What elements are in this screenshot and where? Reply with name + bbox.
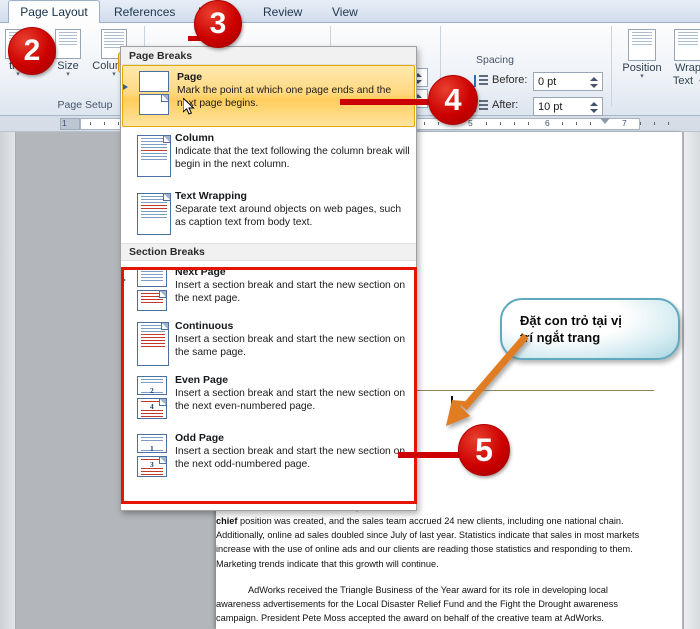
- position-button[interactable]: Position ▾: [616, 29, 668, 80]
- tab-page-layout-label: Page Layout: [20, 5, 87, 19]
- step-badge-3: 3: [194, 0, 242, 48]
- vertical-scrollbar[interactable]: [683, 132, 700, 629]
- ruler-number: 5: [468, 118, 473, 128]
- wrap-text-label: Wrap: [675, 62, 700, 74]
- ruler-number: 1: [62, 118, 67, 128]
- menu-item-text-wrapping[interactable]: Text Wrapping Separate text around objec…: [121, 185, 416, 243]
- menu-item-description: Indicate that the text following the col…: [175, 145, 410, 171]
- menu-item-title: Page: [177, 71, 408, 83]
- menu-item-description: Insert a section break and start the new…: [175, 333, 410, 359]
- tab-references-label: References: [114, 5, 175, 19]
- callout-arrow-icon: [430, 330, 540, 440]
- page-break-icon: [129, 71, 175, 115]
- tab-view-label: View: [332, 5, 358, 19]
- chevron-down-icon: ▾: [112, 72, 116, 78]
- left-gutter: [0, 132, 16, 629]
- next-page-section-break-icon: [127, 266, 173, 310]
- after-label: After:: [492, 99, 518, 111]
- section-breaks-header: Section Breaks: [121, 243, 416, 261]
- callout-text: Đặt con trỏ tại vị trí ngắt trang: [520, 312, 660, 346]
- wrap-text-label2: Text ▾: [673, 75, 700, 87]
- spacing-after-spinner[interactable]: [588, 98, 599, 116]
- tab-references[interactable]: References: [105, 0, 184, 23]
- right-indent-marker[interactable]: [600, 118, 610, 124]
- menu-item-even-page[interactable]: 2 4 Even Page Insert a section break and…: [121, 369, 416, 427]
- menu-item-description: Mark the point at which one page ends an…: [177, 84, 408, 110]
- tab-review[interactable]: Review: [254, 0, 311, 23]
- menu-item-title: Even Page: [175, 374, 410, 386]
- spacing-label: Spacing: [476, 54, 514, 66]
- even-page-section-break-icon: 2 4: [127, 374, 173, 418]
- wrap-text-button[interactable]: Wrap Text ▾: [662, 29, 700, 87]
- wrap-text-icon: [674, 29, 700, 61]
- menu-item-next-page[interactable]: Next Page Insert a section break and sta…: [121, 261, 416, 315]
- chevron-down-icon: ▾: [640, 74, 644, 80]
- menu-item-title: Next Page: [175, 266, 410, 278]
- menu-item-description: Insert a section break and start the new…: [175, 387, 410, 413]
- text-wrapping-break-icon: [127, 190, 173, 234]
- page-breaks-header: Page Breaks: [121, 47, 416, 65]
- menu-item-title: Continuous: [175, 320, 410, 332]
- mouse-cursor-icon: [183, 98, 197, 116]
- tab-view[interactable]: View: [323, 0, 367, 23]
- column-break-icon: [127, 132, 173, 176]
- word-application-window: Page Layout References M Review View tio…: [0, 0, 700, 629]
- badge-4-connector: [340, 99, 438, 105]
- menu-item-title: Text Wrapping: [175, 190, 410, 202]
- hover-bullet-icon: [121, 277, 126, 283]
- menu-item-description: Insert a section break and start the new…: [175, 279, 410, 305]
- position-icon: [628, 29, 656, 61]
- step-badge-2: 2: [8, 27, 56, 75]
- menu-item-page[interactable]: Page Mark the point at which one page en…: [122, 65, 415, 127]
- spacing-before-icon: [474, 74, 488, 88]
- size-icon: [55, 29, 81, 59]
- menu-item-title: Column: [175, 132, 410, 144]
- chevron-down-icon: ▾: [16, 72, 20, 78]
- document-paragraph-2: AdWorks received the Triangle Business o…: [216, 583, 671, 625]
- odd-page-section-break-icon: 1 3: [127, 432, 173, 476]
- menu-item-description: Separate text around objects on web page…: [175, 203, 410, 229]
- spacing-before-spinner[interactable]: [588, 73, 599, 91]
- menu-item-column[interactable]: Column Indicate that the text following …: [121, 127, 416, 185]
- spacing-after-field-label: After:: [492, 99, 518, 111]
- ribbon-tab-bar: Page Layout References M Review View: [0, 0, 700, 23]
- selected-bullet-icon: [123, 84, 128, 90]
- group-divider: [611, 26, 612, 106]
- tab-page-layout[interactable]: Page Layout: [8, 0, 100, 24]
- menu-item-odd-page[interactable]: 1 3 Odd Page Insert a section break and …: [121, 427, 416, 485]
- menu-item-title: Odd Page: [175, 432, 410, 444]
- chevron-down-icon: ▾: [66, 72, 70, 78]
- spacing-before-value: 0 pt: [538, 76, 556, 88]
- step-badge-4: 4: [428, 75, 478, 125]
- spacing-before-field-label: Before:: [492, 74, 527, 86]
- spacing-after-value: 10 pt: [538, 101, 562, 113]
- continuous-section-break-icon: [127, 320, 173, 364]
- before-label: Before:: [492, 74, 527, 86]
- breaks-dropdown-menu[interactable]: Page Breaks Page Mark the point at which…: [120, 46, 417, 511]
- menu-item-description: Insert a section break and start the new…: [175, 445, 410, 471]
- ruler-number: 7: [622, 118, 627, 128]
- badge-5-connector: [398, 452, 464, 458]
- tab-review-label: Review: [263, 5, 302, 19]
- menu-item-continuous[interactable]: Continuous Insert a section break and st…: [121, 315, 416, 369]
- ruler-number: 6: [545, 118, 550, 128]
